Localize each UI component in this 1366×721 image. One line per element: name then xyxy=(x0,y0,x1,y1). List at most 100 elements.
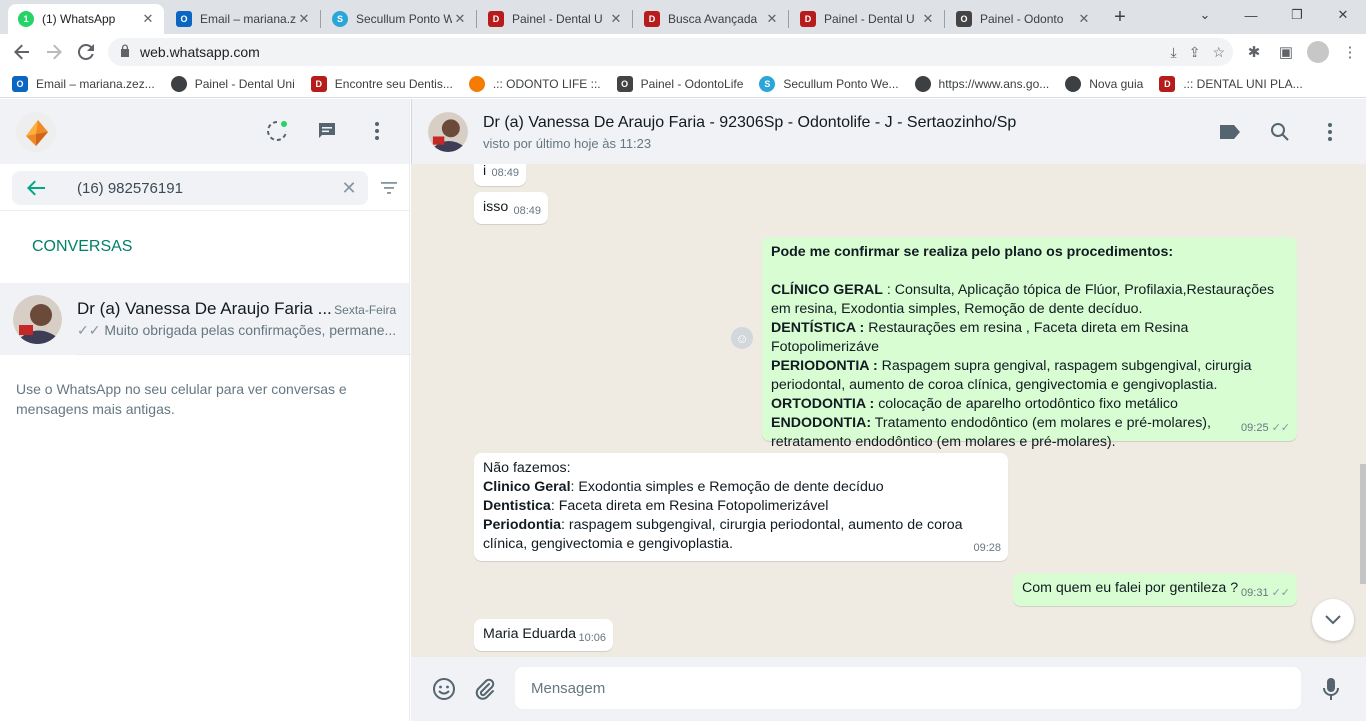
outlook-icon: O xyxy=(176,11,192,27)
message-input[interactable] xyxy=(515,667,1301,709)
message-text: Com quem eu falei por gentileza ? xyxy=(1022,580,1239,596)
close-icon[interactable]: ✕ xyxy=(140,11,156,27)
procedure-category: CLÍNICO GERAL xyxy=(771,282,883,298)
procedure-category: PERIODONTIA : xyxy=(771,358,878,374)
tab-email[interactable]: O Email – mariana.z ✕ xyxy=(166,4,320,34)
minimize-icon[interactable]: — xyxy=(1228,0,1274,30)
sidebar-header xyxy=(0,99,409,164)
attach-icon[interactable] xyxy=(472,676,498,702)
bookmark-label: Encontre seu Dentis... xyxy=(334,76,453,91)
filter-icon[interactable] xyxy=(381,181,397,199)
dental-icon: D xyxy=(1159,75,1176,92)
dental-icon: D xyxy=(800,11,816,27)
emoji-icon[interactable] xyxy=(431,676,457,702)
incoming-message[interactable]: Não fazemos: Clinico Geral: Exodontia si… xyxy=(474,453,1008,561)
menu-icon[interactable] xyxy=(1318,120,1342,144)
incoming-message[interactable]: isso 08:49 xyxy=(474,192,548,224)
tab-separator xyxy=(320,10,321,28)
browser-menu-icon[interactable]: ⋮ xyxy=(1334,43,1366,61)
dental-icon: D xyxy=(644,11,660,27)
message-list[interactable]: i 08:49 isso 08:49 Pode me confirmar se … xyxy=(411,164,1366,657)
procedure-list: colocação de aparelho ortodôntico fixo m… xyxy=(874,396,1178,412)
bookmark-label: .:: ODONTO LIFE ::. xyxy=(492,76,601,91)
chat-preview: Muito obrigada pelas confirmações, perma… xyxy=(104,321,397,338)
dental-icon: D xyxy=(488,11,504,27)
reload-icon[interactable] xyxy=(74,40,98,64)
search-box: ✕ xyxy=(12,171,368,205)
tab-label: Email – mariana.z xyxy=(200,12,296,26)
contact-avatar[interactable] xyxy=(428,112,468,152)
chat-list-item[interactable]: Dr (a) Vanessa De Araujo Faria ... Sexta… xyxy=(0,283,412,355)
bookmark-item[interactable]: D .:: DENTAL UNI PLA... xyxy=(1159,75,1303,92)
outgoing-message[interactable]: Com quem eu falei por gentileza ? 09:31 ✓… xyxy=(1013,573,1297,606)
bookmark-item[interactable]: O Email – mariana.zez... xyxy=(12,75,155,92)
clear-search-icon[interactable]: ✕ xyxy=(330,178,368,199)
chat-name: Dr (a) Vanessa De Araujo Faria ... xyxy=(77,298,332,318)
tab-label: Secullum Ponto W xyxy=(356,12,452,26)
forward-icon[interactable] xyxy=(42,40,66,64)
new-tab-button[interactable]: + xyxy=(1110,6,1130,29)
outgoing-message[interactable]: Pode me confirmar se realiza pelo plano … xyxy=(762,237,1297,450)
tab-search-icon[interactable]: ⌄ xyxy=(1182,0,1228,30)
user-avatar[interactable] xyxy=(16,112,56,152)
bookmark-item[interactable]: D Encontre seu Dentis... xyxy=(310,75,453,92)
extensions-icon[interactable]: ✱ xyxy=(1238,43,1270,61)
label-icon[interactable] xyxy=(1218,120,1242,144)
bookmark-item[interactable]: .:: ODONTO LIFE ::. xyxy=(468,75,601,92)
back-icon[interactable] xyxy=(10,40,34,64)
lock-icon[interactable] xyxy=(120,44,130,60)
tab-whatsapp[interactable]: 1 (1) WhatsApp ✕ xyxy=(8,4,164,34)
address-bar[interactable]: web.whatsapp.com ⤓ ⇪ ☆ xyxy=(108,38,1233,66)
secullum-icon: S xyxy=(759,75,776,92)
message-time: 09:25 xyxy=(1241,422,1269,434)
share-icon[interactable]: ⇪ xyxy=(1189,44,1201,61)
bookmark-item[interactable]: S Secullum Ponto We... xyxy=(759,75,899,92)
incoming-message[interactable]: i 08:49 xyxy=(474,164,526,186)
scrollbar[interactable] xyxy=(1360,464,1366,584)
message-time: 08:49 xyxy=(513,205,541,217)
close-icon[interactable]: ✕ xyxy=(296,11,312,27)
emoji-reaction-icon[interactable]: ☺ xyxy=(731,327,753,349)
search-input[interactable] xyxy=(60,179,330,197)
close-icon[interactable]: ✕ xyxy=(1076,11,1092,27)
double-check-icon: ✓✓ xyxy=(1271,422,1290,434)
window-close-icon[interactable]: ✕ xyxy=(1320,0,1366,30)
message-text: isso xyxy=(483,199,509,215)
profile-avatar[interactable] xyxy=(1307,41,1329,63)
menu-icon[interactable] xyxy=(365,119,389,143)
procedure-category: Dentistica xyxy=(483,498,551,514)
secullum-icon: S xyxy=(332,11,348,27)
procedure-category: Periodontia xyxy=(483,517,562,533)
tab-painel-dental-1[interactable]: D Painel - Dental U ✕ xyxy=(478,4,632,34)
status-icon[interactable] xyxy=(265,119,289,143)
install-app-icon[interactable]: ⤓ xyxy=(1171,44,1177,61)
bookmark-item[interactable]: https://www.ans.go... xyxy=(914,75,1049,92)
scroll-down-button[interactable] xyxy=(1312,599,1354,641)
back-arrow-icon[interactable] xyxy=(12,180,60,196)
tab-busca-avancada[interactable]: D Busca Avançada ✕ xyxy=(634,4,788,34)
restore-icon[interactable]: ❐ xyxy=(1274,0,1320,30)
chat-list-panel: ✕ CONVERSAS Dr (a) Vanessa De Araujo Far… xyxy=(0,99,412,721)
new-chat-icon[interactable] xyxy=(315,119,339,143)
incoming-message[interactable]: Maria Eduarda 10:06 xyxy=(474,619,613,651)
bookmark-item[interactable]: Nova guia xyxy=(1065,75,1143,92)
close-icon[interactable]: ✕ xyxy=(608,11,624,27)
close-icon[interactable]: ✕ xyxy=(452,11,468,27)
bookmark-star-icon[interactable]: ☆ xyxy=(1212,44,1225,61)
window-controls: ⌄ — ❐ ✕ xyxy=(1182,0,1366,34)
side-panel-icon[interactable]: ▣ xyxy=(1270,43,1302,61)
last-seen-status: visto por último hoje às 11:23 xyxy=(483,136,652,151)
tab-painel-dental-2[interactable]: D Painel - Dental U ✕ xyxy=(790,4,944,34)
tab-separator xyxy=(944,10,945,28)
conversation-header[interactable]: Dr (a) Vanessa De Araujo Faria - 92306Sp… xyxy=(411,99,1366,164)
message-intro: Pode me confirmar se realiza pelo plano … xyxy=(771,244,1174,260)
close-icon[interactable]: ✕ xyxy=(764,11,780,27)
message-time: 10:06 xyxy=(578,632,606,644)
close-icon[interactable]: ✕ xyxy=(920,11,936,27)
microphone-icon[interactable] xyxy=(1318,676,1344,702)
bookmark-item[interactable]: O Painel - OdontoLife xyxy=(616,75,743,92)
tab-secullum[interactable]: S Secullum Ponto W ✕ xyxy=(322,4,476,34)
bookmark-item[interactable]: Painel - Dental Uni xyxy=(170,75,295,92)
tab-painel-odontolife[interactable]: O Painel - Odonto ✕ xyxy=(946,4,1100,34)
search-icon[interactable] xyxy=(1268,120,1292,144)
